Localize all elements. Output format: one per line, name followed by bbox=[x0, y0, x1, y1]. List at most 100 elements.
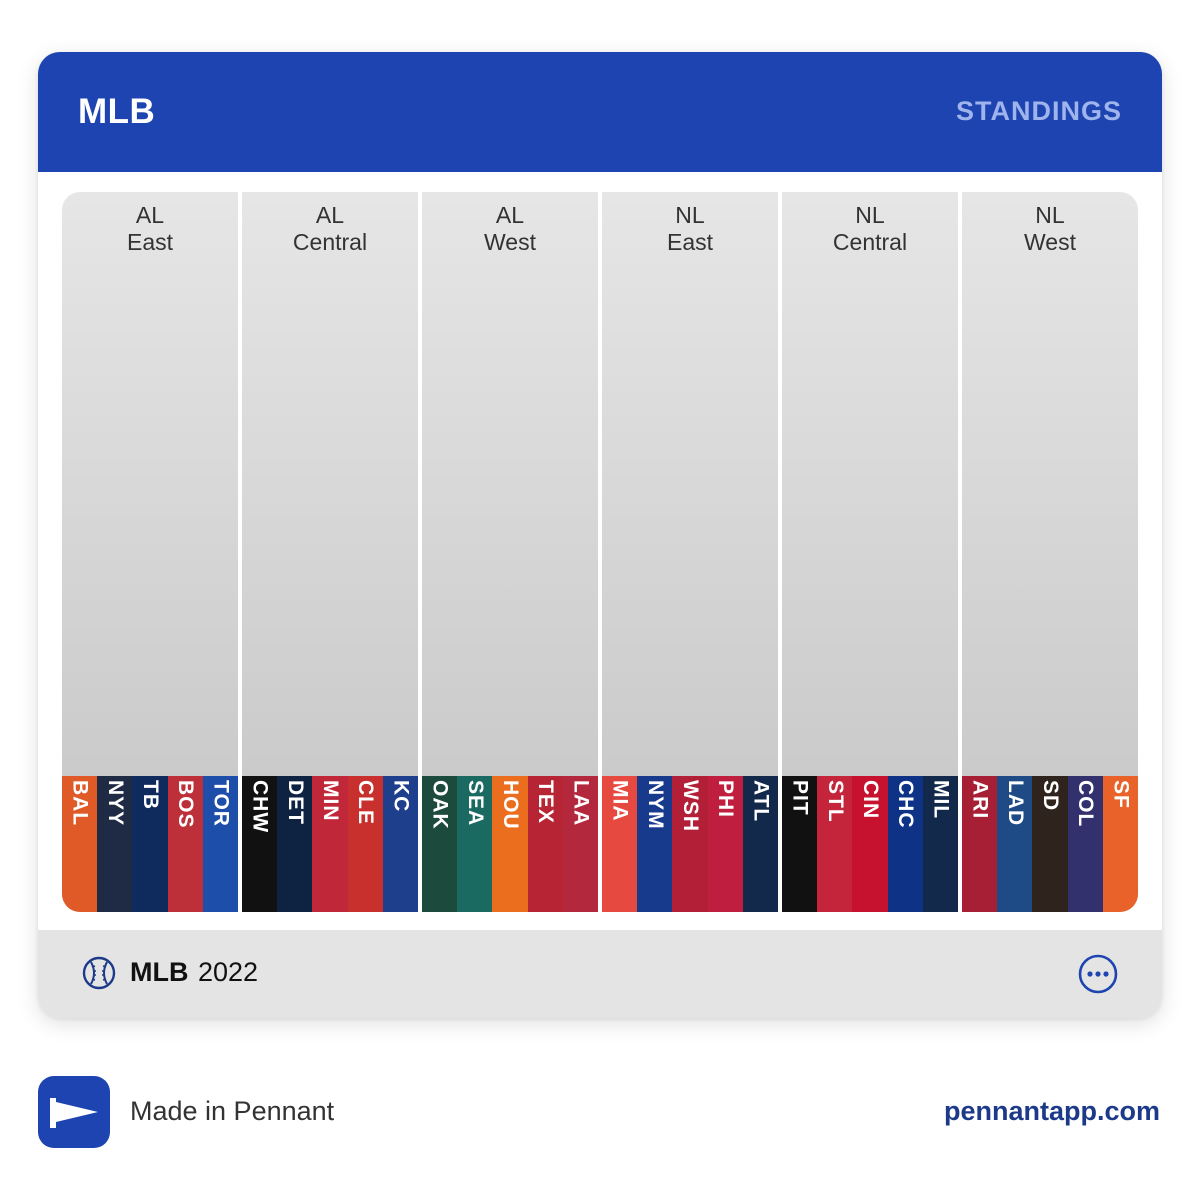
team-bar[interactable]: STL bbox=[817, 776, 853, 912]
team-abbreviation: STL bbox=[823, 780, 847, 823]
division-column: NL East MIA NYM WSH PHI ATL bbox=[602, 192, 778, 912]
team-bar[interactable]: HOU bbox=[492, 776, 528, 912]
team-abbreviation: LAA bbox=[569, 780, 593, 827]
team-bar[interactable]: TB bbox=[132, 776, 168, 912]
division-league: NL bbox=[675, 202, 705, 228]
standings-board: AL East BAL NYY TB BOS TOR AL Central CHW DET MIN CL… bbox=[62, 192, 1138, 912]
division-name: NL West bbox=[962, 202, 1138, 256]
division-column: AL Central CHW DET MIN CLE KC bbox=[242, 192, 418, 912]
team-bar[interactable]: BAL bbox=[62, 776, 98, 912]
team-abbreviation: MIL bbox=[929, 780, 953, 820]
footer-season: 2022 bbox=[198, 957, 259, 987]
team-bar[interactable]: LAA bbox=[562, 776, 598, 912]
team-bar[interactable]: NYY bbox=[97, 776, 133, 912]
team-bar[interactable]: COL bbox=[1067, 776, 1103, 912]
team-abbreviation: SD bbox=[1038, 780, 1062, 812]
team-bar[interactable]: WSH bbox=[672, 776, 708, 912]
division-region: East bbox=[126, 229, 174, 255]
division-league: AL bbox=[495, 202, 525, 228]
team-bar[interactable]: PIT bbox=[782, 776, 818, 912]
team-bar[interactable]: NYM bbox=[637, 776, 673, 912]
team-abbreviation: KC bbox=[389, 780, 413, 813]
team-abbreviation: MIA bbox=[608, 780, 632, 822]
team-abbreviation: NYY bbox=[103, 780, 127, 827]
division-name: AL Central bbox=[242, 202, 418, 256]
team-abbreviation: MIN bbox=[318, 780, 342, 822]
pennant-logo-icon bbox=[38, 1076, 110, 1148]
team-abbreviation: NYM bbox=[643, 780, 667, 830]
widget-header: MLB STANDINGS bbox=[38, 52, 1162, 172]
team-bar[interactable]: CHW bbox=[242, 776, 278, 912]
division-column: NL Central PIT STL CIN CHC MIL bbox=[782, 192, 958, 912]
team-abbreviation: TOR bbox=[209, 780, 233, 827]
team-bar[interactable]: TEX bbox=[527, 776, 563, 912]
team-bar[interactable]: CHC bbox=[887, 776, 923, 912]
team-abbreviation: PIT bbox=[788, 780, 812, 816]
team-abbreviation: SEA bbox=[463, 780, 487, 827]
team-abbreviation: TEX bbox=[534, 780, 558, 824]
division-region: East bbox=[666, 229, 714, 255]
division-column: NL West ARI LAD SD COL SF bbox=[962, 192, 1138, 912]
baseball-icon bbox=[82, 956, 116, 990]
division-teams: PIT STL CIN CHC MIL bbox=[782, 776, 958, 912]
team-abbreviation: SF bbox=[1109, 780, 1133, 809]
team-abbreviation: LAD bbox=[1003, 780, 1027, 827]
team-bar[interactable]: MIN bbox=[312, 776, 348, 912]
team-abbreviation: ATL bbox=[749, 780, 773, 823]
team-abbreviation: WSH bbox=[678, 780, 702, 832]
footer-league: MLB bbox=[130, 957, 189, 987]
league-title: MLB bbox=[78, 92, 156, 131]
team-bar[interactable]: ATL bbox=[742, 776, 778, 912]
made-in-pennant-label: Made in Pennant bbox=[130, 1096, 335, 1126]
team-bar[interactable]: MIA bbox=[602, 776, 638, 912]
standings-widget: MLB STANDINGS AL East BAL NYY TB BOS TOR AL Cent… bbox=[38, 52, 1162, 1018]
division-region: West bbox=[484, 229, 536, 255]
team-bar[interactable]: ARI bbox=[962, 776, 998, 912]
team-bar[interactable]: CIN bbox=[852, 776, 888, 912]
team-abbreviation: OAK bbox=[428, 780, 452, 830]
team-abbreviation: CHW bbox=[248, 780, 272, 834]
team-bar[interactable]: CLE bbox=[347, 776, 383, 912]
team-bar[interactable]: DET bbox=[277, 776, 313, 912]
team-abbreviation: HOU bbox=[498, 780, 522, 830]
division-league: AL bbox=[135, 202, 165, 228]
team-abbreviation: PHI bbox=[714, 780, 738, 819]
team-bar[interactable]: SD bbox=[1032, 776, 1068, 912]
team-bar[interactable]: SF bbox=[1102, 776, 1138, 912]
division-teams: BAL NYY TB BOS TOR bbox=[62, 776, 238, 912]
team-bar[interactable]: LAD bbox=[997, 776, 1033, 912]
division-name: NL East bbox=[602, 202, 778, 256]
division-league: NL bbox=[1035, 202, 1065, 228]
division-league: AL bbox=[315, 202, 345, 228]
team-bar[interactable]: MIL bbox=[922, 776, 958, 912]
team-abbreviation: CIN bbox=[858, 780, 882, 820]
team-abbreviation: BAL bbox=[68, 780, 92, 827]
division-name: AL East bbox=[62, 202, 238, 256]
team-bar[interactable]: BOS bbox=[167, 776, 203, 912]
division-league: NL bbox=[855, 202, 885, 228]
team-abbreviation: BOS bbox=[174, 780, 198, 829]
division-region: Central bbox=[292, 229, 368, 255]
division-region: Central bbox=[832, 229, 908, 255]
pennant-website-link[interactable]: pennantapp.com bbox=[944, 1096, 1160, 1127]
division-teams: MIA NYM WSH PHI ATL bbox=[602, 776, 778, 912]
team-bar[interactable]: PHI bbox=[707, 776, 743, 912]
team-bar[interactable]: SEA bbox=[457, 776, 493, 912]
standings-link[interactable]: STANDINGS bbox=[956, 96, 1122, 127]
team-bar[interactable]: KC bbox=[382, 776, 418, 912]
more-options-icon[interactable] bbox=[1078, 954, 1118, 994]
team-abbreviation: TB bbox=[138, 780, 162, 810]
team-abbreviation: CLE bbox=[354, 780, 378, 825]
team-abbreviation: CHC bbox=[894, 780, 918, 829]
team-abbreviation: DET bbox=[283, 780, 307, 825]
division-teams: ARI LAD SD COL SF bbox=[962, 776, 1138, 912]
division-teams: OAK SEA HOU TEX LAA bbox=[422, 776, 598, 912]
team-bar[interactable]: OAK bbox=[422, 776, 458, 912]
division-column: AL West OAK SEA HOU TEX LAA bbox=[422, 192, 598, 912]
division-teams: CHW DET MIN CLE KC bbox=[242, 776, 418, 912]
team-abbreviation: ARI bbox=[968, 780, 992, 820]
widget-footer: MLB 2022 bbox=[38, 930, 1162, 1018]
team-bar[interactable]: TOR bbox=[202, 776, 238, 912]
division-column: AL East BAL NYY TB BOS TOR bbox=[62, 192, 238, 912]
division-name: AL West bbox=[422, 202, 598, 256]
